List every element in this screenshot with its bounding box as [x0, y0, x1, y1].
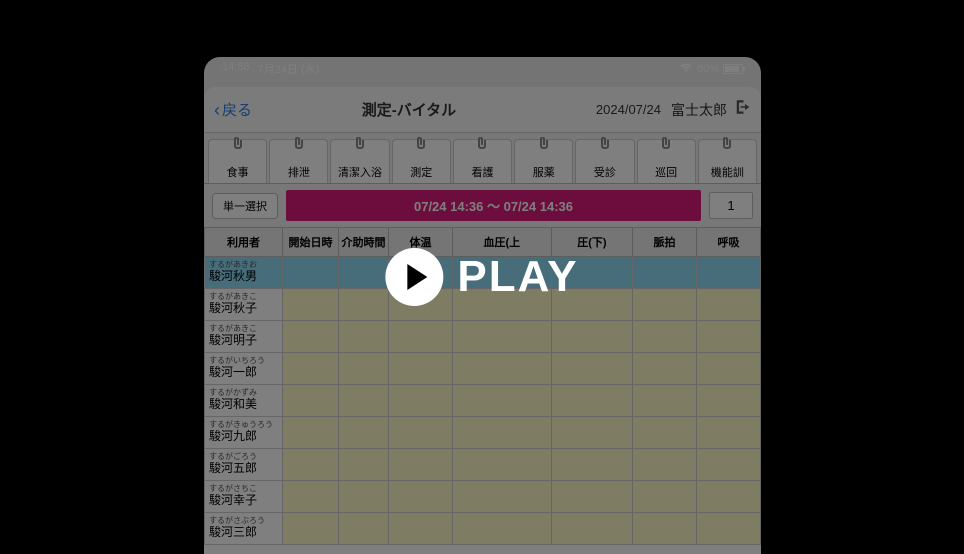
play-button[interactable]: PLAY [385, 248, 578, 306]
play-icon [385, 248, 443, 306]
play-label: PLAY [457, 252, 578, 302]
